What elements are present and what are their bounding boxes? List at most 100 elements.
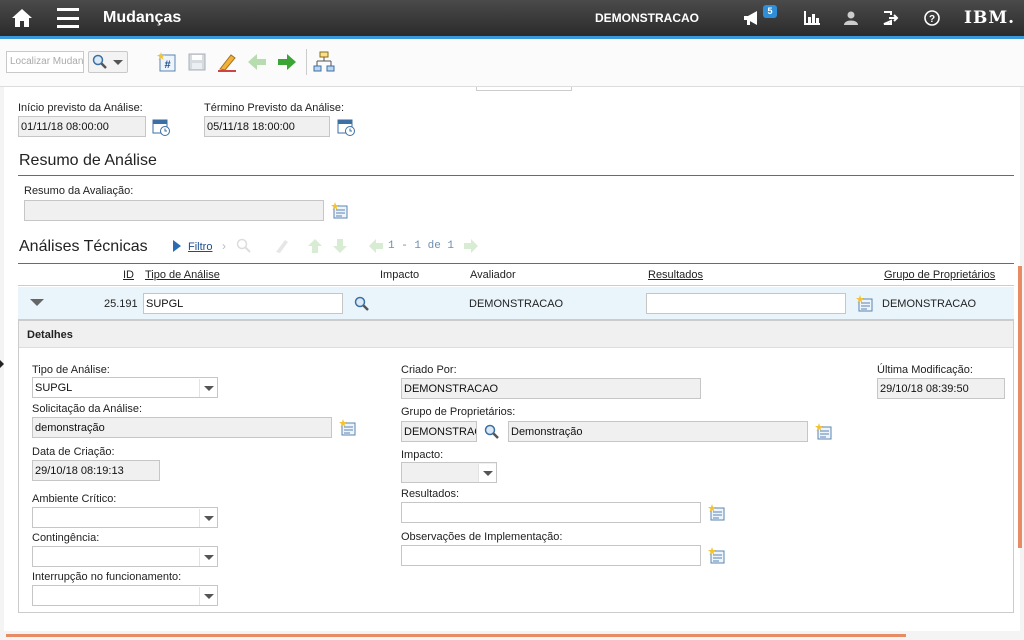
- end-label: Término Previsto da Análise:: [204, 102, 345, 114]
- col-owner-group[interactable]: Grupo de Proprietários: [884, 269, 995, 281]
- scrollbar[interactable]: [1018, 266, 1022, 548]
- long-description-icon[interactable]: [339, 419, 357, 437]
- next-record-button[interactable]: [276, 51, 298, 73]
- created-by-field: DEMONSTRACAO: [401, 378, 701, 399]
- pagination-text: 1 - 1 de 1: [388, 240, 455, 252]
- eval-summary-field[interactable]: [24, 200, 324, 221]
- collapse-row-icon[interactable]: [30, 299, 44, 306]
- megaphone-icon[interactable]: [742, 9, 762, 27]
- previous-page-icon[interactable]: [368, 238, 384, 254]
- results-label: Resultados:: [401, 488, 460, 500]
- arrow-left-icon: [248, 54, 266, 70]
- chevron-down-icon[interactable]: [199, 379, 217, 397]
- bottom-accent-bar: [6, 634, 906, 637]
- top-bar: Mudanças DEMONSTRACAO 5 ? IBM.: [0, 0, 1024, 39]
- notification-badge: 5: [763, 5, 777, 18]
- end-date-field[interactable]: 05/11/18 18:00:00: [204, 116, 330, 137]
- arrow-down-icon[interactable]: [332, 238, 348, 254]
- type-select[interactable]: SUPGL: [32, 377, 218, 398]
- impact-select[interactable]: [401, 462, 497, 483]
- row-id: 25.191: [104, 298, 138, 310]
- field-remnant: [476, 87, 572, 91]
- find-icon[interactable]: [236, 238, 252, 254]
- search-icon[interactable]: [354, 296, 370, 312]
- request-label: Solicitação da Análise:: [32, 403, 143, 415]
- contingency-label: Contingência:: [32, 532, 100, 544]
- workflow-button[interactable]: [313, 51, 335, 73]
- owner-group-label: Grupo de Proprietários:: [401, 406, 516, 418]
- reports-icon[interactable]: [803, 9, 821, 27]
- clear-changes-button[interactable]: [216, 51, 238, 73]
- chevron-down-icon: [113, 60, 123, 65]
- created-date-field: 29/10/18 08:19:13: [32, 460, 160, 481]
- long-description-icon[interactable]: [815, 423, 833, 441]
- col-analysis-type[interactable]: Tipo de Análise: [145, 269, 220, 281]
- app-title: Mudanças: [103, 9, 182, 26]
- created-by-label: Criado Por:: [401, 364, 457, 376]
- ibm-logo: IBM.: [964, 8, 1016, 28]
- menu-icon[interactable]: [56, 8, 80, 28]
- impl-notes-field[interactable]: [401, 545, 701, 566]
- section-divider: [18, 175, 1014, 176]
- logout-icon[interactable]: [882, 9, 900, 27]
- calendar-icon[interactable]: [152, 118, 170, 136]
- col-results[interactable]: Resultados: [648, 269, 703, 281]
- col-impact: Impacto: [380, 269, 420, 281]
- save-button[interactable]: [186, 51, 208, 73]
- created-date-label: Data de Criação:: [32, 446, 115, 458]
- owner-group-field[interactable]: DEMONSTRACAO: [401, 421, 477, 442]
- eval-summary-label: Resumo da Avaliação:: [24, 185, 134, 197]
- details-panel: Detalhes Tipo de Análise: SUPGL Solicita…: [18, 320, 1014, 613]
- filter-link[interactable]: Filtro: [188, 241, 212, 253]
- summary-section-title: Resumo de Análise: [19, 152, 157, 169]
- details-title: Detalhes: [19, 321, 1013, 348]
- impact-label: Impacto:: [401, 449, 444, 461]
- filter-icon[interactable]: [172, 239, 182, 253]
- long-description-icon[interactable]: [708, 547, 726, 565]
- search-icon: [92, 54, 107, 69]
- technical-section-title: Análises Técnicas: [19, 238, 148, 255]
- new-record-button[interactable]: #: [156, 51, 178, 73]
- critical-env-select[interactable]: [32, 507, 218, 528]
- results-field[interactable]: [401, 502, 701, 523]
- chevron-down-icon[interactable]: [199, 509, 217, 527]
- home-icon[interactable]: [10, 7, 34, 29]
- long-description-icon[interactable]: [331, 202, 349, 220]
- contingency-select[interactable]: [32, 546, 218, 567]
- col-id[interactable]: ID: [123, 269, 134, 281]
- search-button[interactable]: [88, 51, 128, 73]
- chevron-down-icon[interactable]: [199, 548, 217, 566]
- toolbar: Localizar Mudança #: [0, 39, 1024, 87]
- svg-text:?: ?: [929, 14, 935, 25]
- interruption-select[interactable]: [32, 585, 218, 606]
- type-value: SUPGL: [35, 382, 73, 394]
- row-evaluator: DEMONSTRACAO: [469, 298, 564, 310]
- row-results-field[interactable]: [646, 293, 846, 314]
- table-row[interactable]: 25.191 SUPGL DEMONSTRACAO DEMONSTRACAO: [18, 287, 1014, 320]
- long-description-icon[interactable]: [856, 295, 874, 313]
- chevron-down-icon[interactable]: [478, 464, 496, 482]
- interruption-label: Interrupção no funcionamento:: [32, 571, 182, 583]
- row-owner-group: DEMONSTRACAO: [882, 298, 977, 310]
- calendar-icon[interactable]: [337, 118, 355, 136]
- next-page-icon[interactable]: [463, 238, 479, 254]
- row-type-field[interactable]: SUPGL: [143, 293, 343, 314]
- request-field[interactable]: demonstração: [32, 417, 332, 438]
- start-date-field[interactable]: 01/11/18 08:00:00: [18, 116, 146, 137]
- help-icon[interactable]: ?: [922, 8, 942, 28]
- search-input[interactable]: Localizar Mudança: [6, 51, 84, 73]
- arrow-up-icon[interactable]: [307, 238, 323, 254]
- chevron-down-icon[interactable]: [199, 587, 217, 605]
- critical-env-label: Ambiente Crítico:: [32, 493, 117, 505]
- search-icon[interactable]: [484, 424, 500, 440]
- last-mod-label: Última Modificação:: [877, 364, 973, 376]
- long-description-icon[interactable]: [708, 504, 726, 522]
- impl-notes-label: Observações de Implementação:: [401, 531, 563, 543]
- type-label: Tipo de Análise:: [32, 364, 110, 376]
- clear-filter-icon[interactable]: [274, 238, 290, 254]
- profile-icon[interactable]: [842, 9, 860, 27]
- toolbar-separator: [306, 49, 307, 75]
- workflow-icon: [313, 51, 335, 72]
- previous-record-button[interactable]: [246, 51, 268, 73]
- col-evaluator: Avaliador: [470, 269, 516, 281]
